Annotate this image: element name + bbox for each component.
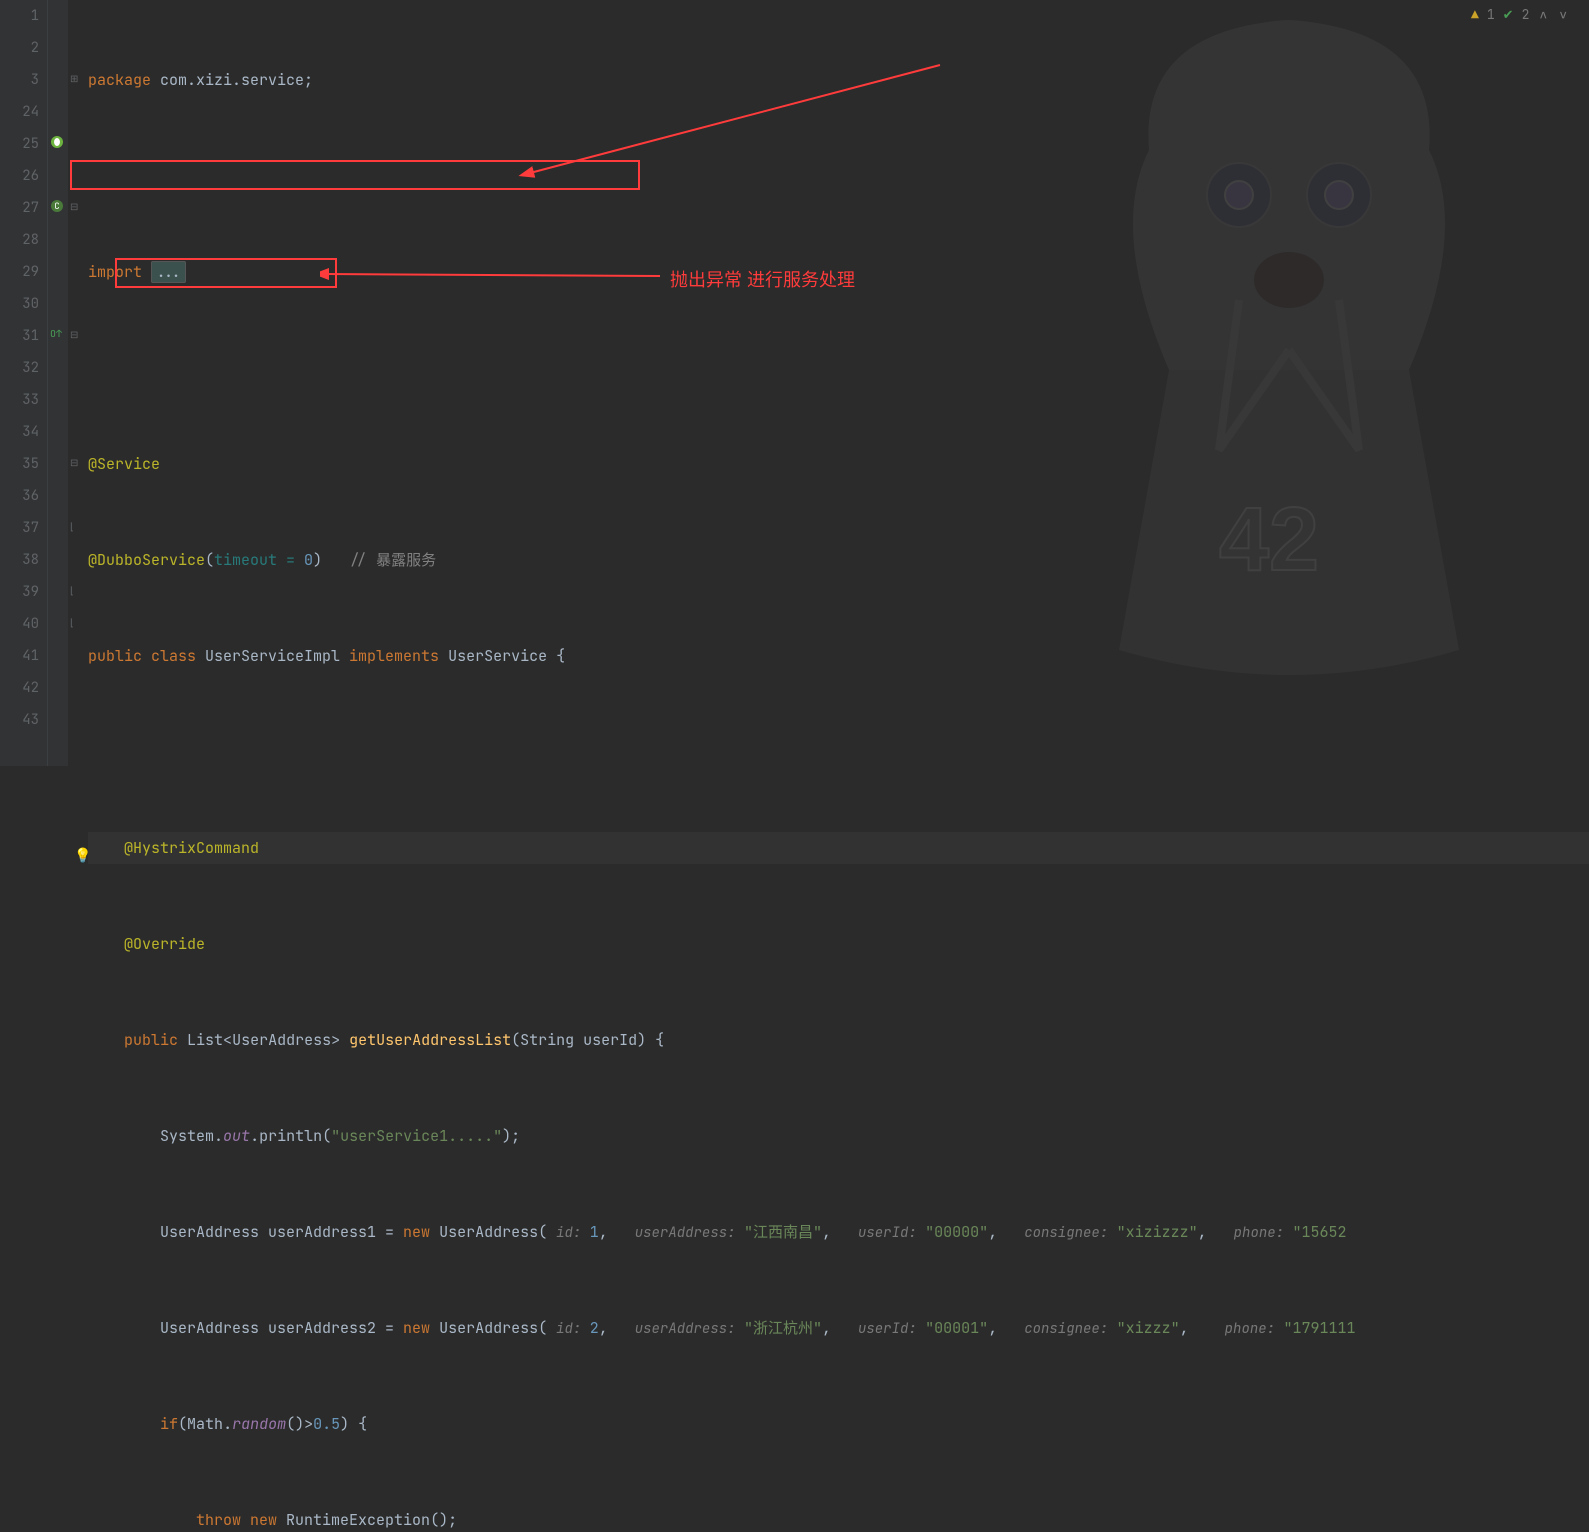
fold-collapse-icon[interactable]: ⊟ (70, 456, 78, 469)
intention-bulb-icon[interactable]: 💡 (74, 840, 91, 872)
check-icon[interactable]: ✔ (1503, 6, 1514, 23)
spring-bean-icon[interactable] (50, 135, 66, 151)
code-editor[interactable]: 1 2 3 24 25 26 27 28 29 30 31 32 33 34 3… (0, 0, 1589, 766)
class-name: UserServiceImpl (205, 646, 349, 666)
keyword-package: package (88, 70, 160, 90)
fold-gutter: ⊞ ⊟ ⊟ ⊟ ⌊ ⌊ ⌊ (68, 0, 82, 766)
prev-highlight-icon[interactable]: ∧ (1537, 6, 1549, 23)
keyword-import: import (88, 262, 151, 282)
interface-name: UserService (448, 646, 556, 666)
fold-end-icon[interactable]: ⌊ (70, 520, 74, 533)
service-annotation: @Service (88, 454, 160, 474)
code-text-area[interactable]: package com.xizi.service; import ... @Se… (82, 0, 1589, 766)
dubbo-annotation: @DubboService (88, 550, 205, 570)
pass-count: 2 (1522, 6, 1530, 23)
expose-comment: // 暴露服务 (349, 550, 436, 570)
svg-text:C: C (54, 200, 59, 212)
annotation-label: 抛出异常 进行服务处理 (670, 266, 855, 292)
warning-count: 1 (1487, 6, 1495, 23)
gutter-icon-strip: C O↑ (48, 0, 68, 766)
warning-icon[interactable]: ▲ (1471, 6, 1479, 23)
fold-collapse-icon[interactable]: ⊟ (70, 328, 78, 341)
hystrix-annotation: @HystrixCommand (124, 838, 259, 858)
package-path: com.xizi.service (160, 70, 304, 90)
fold-expand-icon[interactable]: ⊞ (70, 72, 78, 85)
fold-collapse-icon[interactable]: ⊟ (70, 200, 78, 213)
import-fold[interactable]: ... (151, 261, 186, 283)
timeout-param: timeout = (214, 550, 304, 570)
fold-end-icon[interactable]: ⌊ (70, 584, 74, 597)
inspection-indicators[interactable]: ▲ 1 ✔ 2 ∧ ∨ (1471, 6, 1569, 23)
override-annotation: @Override (124, 934, 205, 954)
class-icon[interactable]: C (50, 199, 66, 215)
override-icon[interactable]: O↑ (50, 327, 66, 343)
fold-end-icon[interactable]: ⌊ (70, 616, 74, 629)
method-name: getUserAddressList (349, 1030, 511, 1050)
next-highlight-icon[interactable]: ∨ (1557, 6, 1569, 23)
line-number-gutter: 1 2 3 24 25 26 27 28 29 30 31 32 33 34 3… (0, 0, 48, 766)
